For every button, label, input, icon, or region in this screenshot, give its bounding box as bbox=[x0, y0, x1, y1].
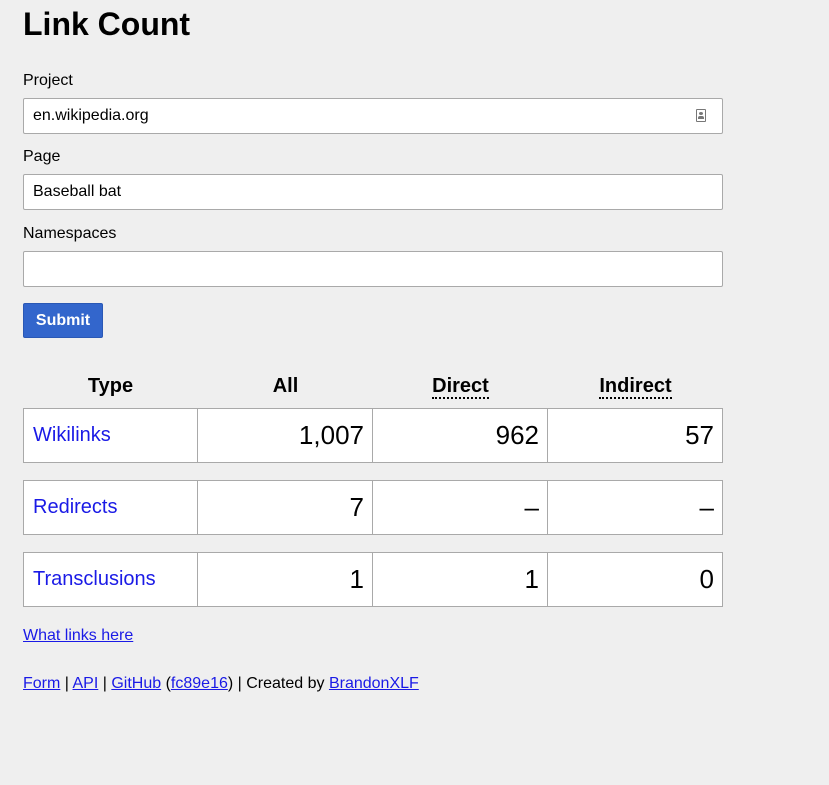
page-input-value: Baseball bat bbox=[33, 183, 122, 200]
cell-type: Redirects bbox=[23, 480, 198, 535]
project-input[interactable]: en.wikipedia.org bbox=[23, 98, 723, 134]
page-title: Link Count bbox=[23, 6, 191, 42]
footer-commit-link[interactable]: fc89e16 bbox=[171, 675, 228, 692]
cell-all: 7 bbox=[198, 480, 373, 535]
table-row-redirects: Redirects 7 – – bbox=[23, 480, 723, 535]
header-direct[interactable]: Direct bbox=[373, 374, 548, 399]
footer-paren: ( bbox=[161, 675, 171, 692]
footer-created-by: | Created by bbox=[233, 675, 329, 692]
autofill-contact-icon[interactable] bbox=[696, 109, 706, 122]
cell-direct: 1 bbox=[373, 552, 548, 607]
cell-all: 1 bbox=[198, 552, 373, 607]
header-indirect[interactable]: Indirect bbox=[548, 374, 723, 399]
header-type: Type bbox=[87, 375, 134, 397]
submit-button[interactable]: Submit bbox=[23, 303, 103, 338]
footer-author-link[interactable]: BrandonXLF bbox=[329, 675, 419, 692]
footer-github-link[interactable]: GitHub bbox=[111, 675, 161, 692]
footer-separator: | bbox=[98, 675, 112, 692]
what-links-here-link[interactable]: What links here bbox=[23, 627, 133, 645]
transclusions-link[interactable]: Transclusions bbox=[33, 568, 156, 590]
cell-indirect: – bbox=[548, 480, 723, 535]
page-label: Page bbox=[23, 148, 61, 165]
cell-type: Transclusions bbox=[23, 552, 198, 607]
footer: Form | API | GitHub (fc89e16) | Created … bbox=[23, 675, 419, 693]
project-input-value: en.wikipedia.org bbox=[33, 107, 149, 124]
footer-separator: | bbox=[60, 675, 73, 692]
redirects-link[interactable]: Redirects bbox=[33, 496, 117, 518]
footer-api-link[interactable]: API bbox=[73, 675, 99, 692]
namespaces-input[interactable] bbox=[23, 251, 723, 287]
header-all: All bbox=[272, 375, 299, 397]
cell-direct: – bbox=[373, 480, 548, 535]
table-row-wikilinks: Wikilinks 1,007 962 57 bbox=[23, 408, 723, 463]
cell-all: 1,007 bbox=[198, 408, 373, 463]
page: Link Count Project en.wikipedia.org Page… bbox=[0, 0, 829, 785]
cell-type: Wikilinks bbox=[23, 408, 198, 463]
cell-indirect: 57 bbox=[548, 408, 723, 463]
cell-direct: 962 bbox=[373, 408, 548, 463]
footer-form-link[interactable]: Form bbox=[23, 675, 60, 692]
project-label: Project bbox=[23, 72, 73, 89]
namespaces-label: Namespaces bbox=[23, 225, 117, 242]
cell-indirect: 0 bbox=[548, 552, 723, 607]
wikilinks-link[interactable]: Wikilinks bbox=[33, 424, 111, 446]
page-input[interactable]: Baseball bat bbox=[23, 174, 723, 210]
table-row-transclusions: Transclusions 1 1 0 bbox=[23, 552, 723, 607]
